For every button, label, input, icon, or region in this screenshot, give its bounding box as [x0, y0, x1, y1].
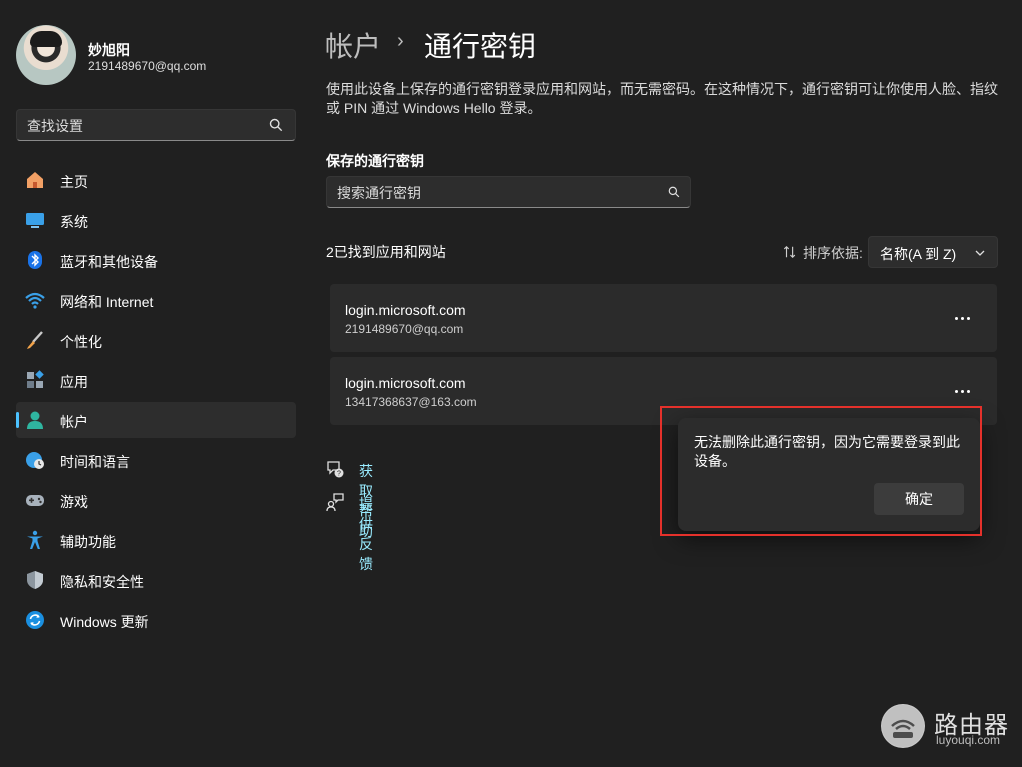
sidebar-item-personalization[interactable]: 个性化 [16, 322, 296, 358]
sidebar-item-label: 网络和 Internet [60, 294, 154, 310]
system-icon [26, 213, 44, 228]
sidebar-item-label: Windows 更新 [60, 614, 149, 630]
more-dot-icon [955, 317, 958, 320]
more-options-button[interactable] [951, 306, 975, 330]
sidebar-item-accounts[interactable]: 帐户 [16, 402, 296, 438]
passkey-account: 2191489670@qq.com [345, 322, 464, 336]
sort-label: 排序依据: [803, 245, 863, 261]
sidebar-item-label: 帐户 [60, 414, 88, 430]
svg-text:?: ? [337, 471, 341, 478]
account-icon [27, 411, 43, 429]
more-options-button[interactable] [951, 379, 975, 403]
sidebar-item-time-language[interactable]: 时间和语言 [16, 442, 296, 478]
brush-icon [27, 331, 43, 349]
sidebar-item-bluetooth[interactable]: 蓝牙和其他设备 [16, 242, 296, 278]
globe-clock-icon [26, 452, 44, 469]
more-dot-icon [961, 390, 964, 393]
search-icon[interactable] [668, 186, 680, 198]
sidebar-item-label: 时间和语言 [60, 454, 130, 470]
sidebar-item-windows-update[interactable]: Windows 更新 [16, 602, 296, 638]
passkey-account: 13417368637@163.com [345, 395, 477, 409]
avatar[interactable] [16, 25, 76, 85]
page-description: 使用此设备上保存的通行密钥登录应用和网站，而无需密码。在这种情况下，通行密钥可让… [326, 81, 998, 116]
sidebar-item-apps[interactable]: 应用 [16, 362, 296, 398]
sidebar-item-network[interactable]: 网络和 Internet [16, 282, 296, 318]
shield-icon [27, 571, 43, 589]
sidebar-item-label: 应用 [60, 374, 88, 390]
router-logo-icon [881, 704, 925, 748]
sidebar-item-privacy[interactable]: 隐私和安全性 [16, 562, 296, 598]
update-icon [26, 611, 44, 629]
passkey-site: login.microsoft.com [345, 375, 466, 391]
breadcrumb-parent[interactable]: 帐户 [325, 25, 381, 65]
sidebar-item-label: 隐私和安全性 [60, 574, 144, 590]
feedback-label[interactable]: 提供反馈 [359, 494, 373, 574]
more-dot-icon [955, 390, 958, 393]
sidebar-item-gaming[interactable]: 游戏 [16, 482, 296, 518]
sidebar-item-label: 游戏 [60, 494, 88, 510]
sort-icon [783, 245, 796, 259]
settings-search[interactable] [16, 109, 296, 142]
settings-search-input[interactable] [17, 110, 269, 142]
passkey-search[interactable] [326, 176, 691, 209]
sidebar-nav: 主页 系统 蓝牙和其他设备 网络和 Internet 个性化 应用 帐户 时间和… [16, 162, 296, 642]
sidebar-item-label: 主页 [60, 174, 88, 190]
highlight-box [660, 406, 982, 536]
passkey-search-input[interactable] [327, 177, 659, 209]
more-dot-icon [961, 317, 964, 320]
section-title: 保存的通行密钥 [326, 153, 424, 169]
passkey-card[interactable]: login.microsoft.com 2191489670@qq.com [330, 284, 997, 352]
watermark-url: luyouqi.com [936, 733, 1001, 747]
page-title: 通行密钥 [424, 31, 537, 62]
sort-dropdown-value: 名称(A 到 Z) [880, 246, 957, 262]
sort-dropdown[interactable]: 名称(A 到 Z) [868, 236, 998, 268]
sidebar-item-label: 蓝牙和其他设备 [60, 254, 158, 270]
passkey-site: login.microsoft.com [345, 302, 466, 318]
apps-icon [27, 370, 44, 388]
accessibility-icon [27, 530, 43, 549]
gamepad-icon [26, 495, 44, 506]
sidebar-item-label: 个性化 [60, 334, 102, 350]
breadcrumb-separator: › [397, 30, 404, 52]
more-dot-icon [967, 317, 970, 320]
sidebar-item-accessibility[interactable]: 辅助功能 [16, 522, 296, 558]
sidebar-item-label: 系统 [60, 214, 88, 230]
sidebar-item-label: 辅助功能 [60, 534, 116, 550]
user-name: 妙旭阳 [88, 42, 130, 58]
home-icon [27, 172, 43, 188]
feedback-icon [326, 493, 344, 511]
help-chat-icon: ? [327, 461, 344, 478]
results-count: 2已找到应用和网站 [326, 244, 446, 260]
sidebar-item-system[interactable]: 系统 [16, 202, 296, 238]
wifi-icon [25, 292, 45, 309]
search-icon[interactable] [269, 118, 283, 132]
user-email: 2191489670@qq.com [88, 59, 207, 73]
bluetooth-icon [28, 251, 42, 269]
chevron-down-icon [975, 250, 985, 256]
more-dot-icon [967, 390, 970, 393]
sidebar-item-home[interactable]: 主页 [16, 162, 296, 198]
